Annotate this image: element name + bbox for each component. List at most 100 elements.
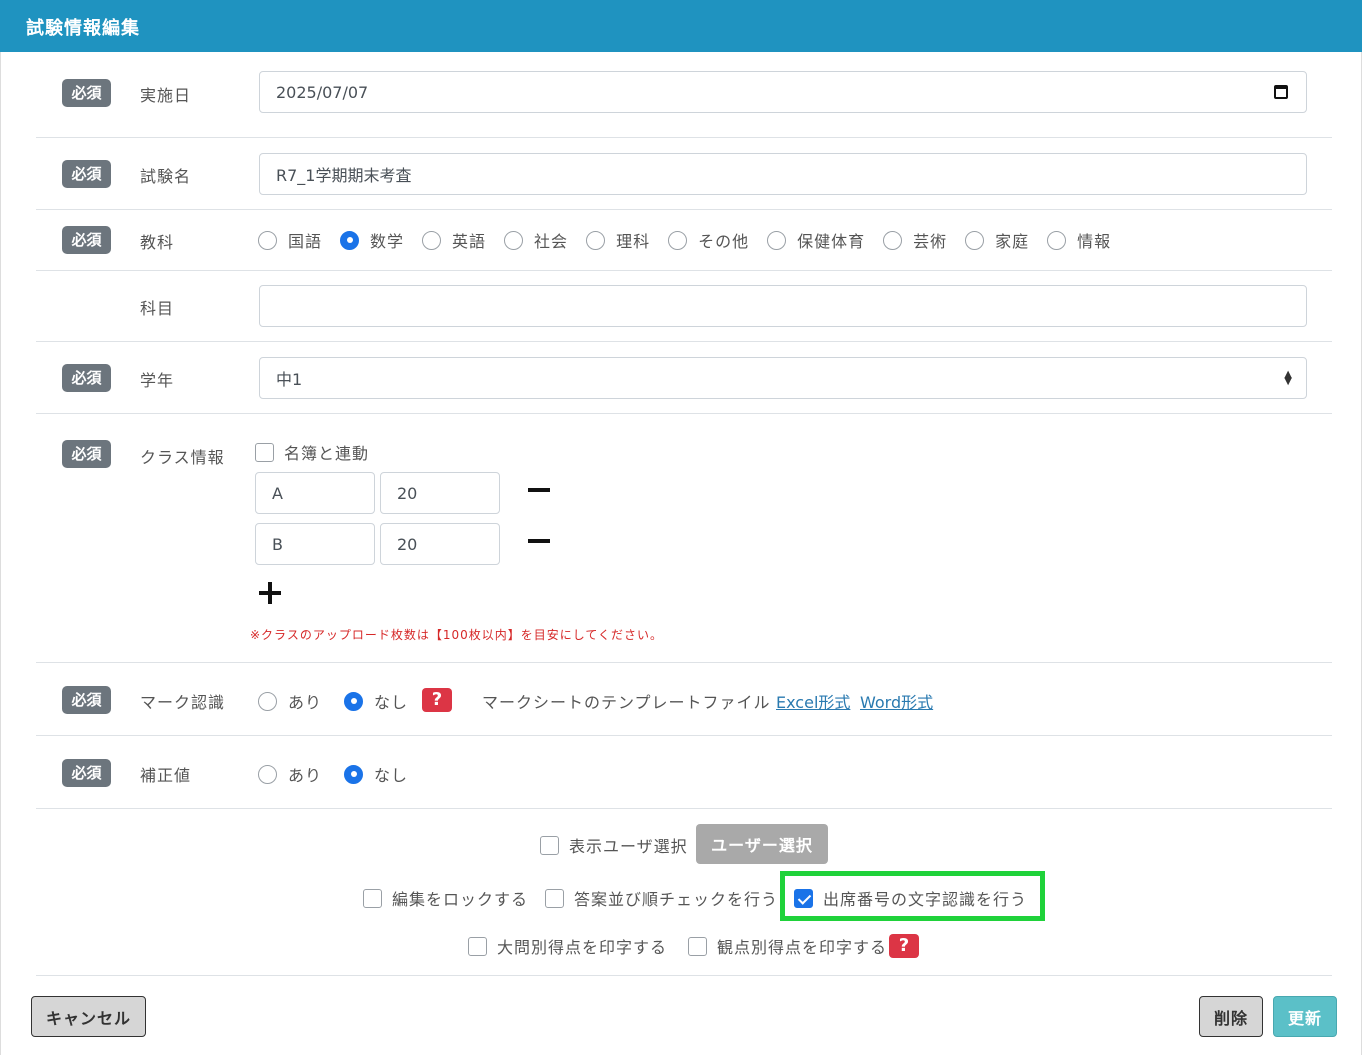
radio-button[interactable] xyxy=(965,230,985,250)
row-divider xyxy=(36,209,1332,210)
option-label: 家庭 xyxy=(995,232,1030,251)
mark-option-yes[interactable]: あり xyxy=(258,689,322,713)
required-badge: 必須 xyxy=(62,686,111,714)
course-input[interactable] xyxy=(259,285,1307,327)
calendar-icon[interactable] xyxy=(1274,85,1288,99)
row-divider xyxy=(36,413,1332,414)
option-label: その他 xyxy=(698,232,750,251)
checkbox[interactable] xyxy=(363,888,382,908)
dialog-title: 試験情報編集 xyxy=(26,18,140,39)
required-badge: 必須 xyxy=(62,440,111,468)
remove-class-icon[interactable] xyxy=(528,488,550,492)
checkbox[interactable] xyxy=(468,936,487,956)
word-template-link[interactable]: Word形式 xyxy=(860,689,933,713)
option-label: 保健体育 xyxy=(797,232,866,251)
class-count-value: 20 xyxy=(397,534,418,554)
checkbox[interactable] xyxy=(688,936,707,956)
mark-option-no[interactable]: なし xyxy=(344,689,408,713)
correction-option-no[interactable]: なし xyxy=(344,762,408,786)
checkbox[interactable] xyxy=(794,888,813,908)
subject-option-eigo[interactable]: 英語 xyxy=(422,228,486,252)
option-label: 情報 xyxy=(1077,232,1112,251)
template-file-label: マークシートのテンプレートファイル xyxy=(482,693,771,712)
answer-order-checkbox[interactable]: 答案並び順チェックを行う xyxy=(545,886,778,910)
delete-button[interactable]: 削除 xyxy=(1199,996,1263,1037)
print-major-checkbox[interactable]: 大問別得点を印字する xyxy=(468,934,667,958)
radio-button[interactable] xyxy=(504,230,524,250)
row-divider xyxy=(36,137,1332,138)
row-divider xyxy=(36,270,1332,271)
required-badge: 必須 xyxy=(62,226,111,254)
checkbox[interactable] xyxy=(540,835,559,855)
option-label: 芸術 xyxy=(913,232,948,251)
attendance-ocr-label: 出席番号の文字認識を行う xyxy=(823,890,1028,909)
help-icon[interactable]: ? xyxy=(889,934,919,958)
option-label: 英語 xyxy=(452,232,487,251)
option-label: あり xyxy=(288,693,323,712)
class-name-value: A xyxy=(272,483,283,503)
add-class-icon[interactable] xyxy=(259,582,281,604)
correction-label: 補正値 xyxy=(140,766,192,785)
remove-class-icon[interactable] xyxy=(528,539,550,543)
correction-radio-group: あり なし xyxy=(258,762,426,786)
required-badge: 必須 xyxy=(62,759,111,787)
subject-option-kokugo[interactable]: 国語 xyxy=(258,228,322,252)
correction-option-yes[interactable]: あり xyxy=(258,762,322,786)
row-divider xyxy=(36,735,1332,736)
class-count-value: 20 xyxy=(397,483,418,503)
radio-button[interactable] xyxy=(586,230,606,250)
required-badge: 必須 xyxy=(62,364,111,392)
help-icon[interactable]: ? xyxy=(422,688,452,712)
grade-label: 学年 xyxy=(140,371,175,390)
row-divider xyxy=(36,808,1332,809)
exam-name-value: R7_1学期期末考査 xyxy=(276,166,412,185)
class-info-label: クラス情報 xyxy=(140,448,225,467)
upload-limit-note: ※クラスのアップロード枚数は【100枚以内】を目安にしてください。 xyxy=(250,628,664,642)
exam-name-input[interactable]: R7_1学期期末考査 xyxy=(259,153,1307,195)
update-button[interactable]: 更新 xyxy=(1273,996,1337,1037)
radio-button[interactable] xyxy=(422,230,442,250)
lock-edit-checkbox[interactable]: 編集をロックする xyxy=(363,886,528,910)
radio-button[interactable] xyxy=(344,764,364,784)
grade-select[interactable]: 中1 ▲ ▼ xyxy=(259,357,1307,399)
sync-roster-checkbox[interactable]: 名簿と連動 xyxy=(255,440,369,464)
required-badge: 必須 xyxy=(62,160,111,188)
user-select-button[interactable]: ユーザー選択 xyxy=(696,824,828,864)
radio-button[interactable] xyxy=(1047,230,1067,250)
class-count-input[interactable]: 20 xyxy=(380,523,500,565)
date-input[interactable]: 2025/07/07 xyxy=(259,71,1307,113)
cancel-button[interactable]: キャンセル xyxy=(31,996,146,1037)
subject-option-joho[interactable]: 情報 xyxy=(1047,228,1111,252)
print-viewpoint-checkbox[interactable]: 観点別得点を印字する xyxy=(688,934,887,958)
date-value: 2025/07/07 xyxy=(276,82,369,102)
sync-roster-label: 名簿と連動 xyxy=(284,444,370,463)
attendance-ocr-checkbox[interactable]: 出席番号の文字認識を行う xyxy=(794,886,1027,910)
checkbox[interactable] xyxy=(255,442,274,462)
class-name-input[interactable]: A xyxy=(255,472,375,514)
option-label: 国語 xyxy=(288,232,323,251)
mark-recognition-label: マーク認識 xyxy=(140,693,226,712)
subject-option-shakai[interactable]: 社会 xyxy=(504,228,568,252)
radio-button[interactable] xyxy=(883,230,903,250)
radio-button[interactable] xyxy=(668,230,688,250)
display-user-checkbox[interactable]: 表示ユーザ選択 xyxy=(540,833,688,857)
radio-button[interactable] xyxy=(258,691,277,711)
radio-button[interactable] xyxy=(258,764,277,784)
subject-option-rika[interactable]: 理科 xyxy=(586,228,650,252)
subject-option-katei[interactable]: 家庭 xyxy=(965,228,1029,252)
radio-button[interactable] xyxy=(340,230,360,250)
subject-option-sonota[interactable]: その他 xyxy=(668,228,749,252)
class-name-input[interactable]: B xyxy=(255,523,375,565)
mark-recognition-radio-group: あり なし xyxy=(258,689,426,713)
radio-button[interactable] xyxy=(767,230,787,250)
checkbox[interactable] xyxy=(545,888,564,908)
radio-button[interactable] xyxy=(258,230,277,250)
display-user-label: 表示ユーザ選択 xyxy=(569,837,688,856)
radio-button[interactable] xyxy=(344,691,364,711)
class-name-value: B xyxy=(272,534,283,554)
class-count-input[interactable]: 20 xyxy=(380,472,500,514)
subject-option-hoken[interactable]: 保健体育 xyxy=(767,228,865,252)
subject-option-geijutsu[interactable]: 芸術 xyxy=(883,228,947,252)
subject-option-sugaku[interactable]: 数学 xyxy=(340,228,404,252)
excel-template-link[interactable]: Excel形式 xyxy=(776,689,850,713)
